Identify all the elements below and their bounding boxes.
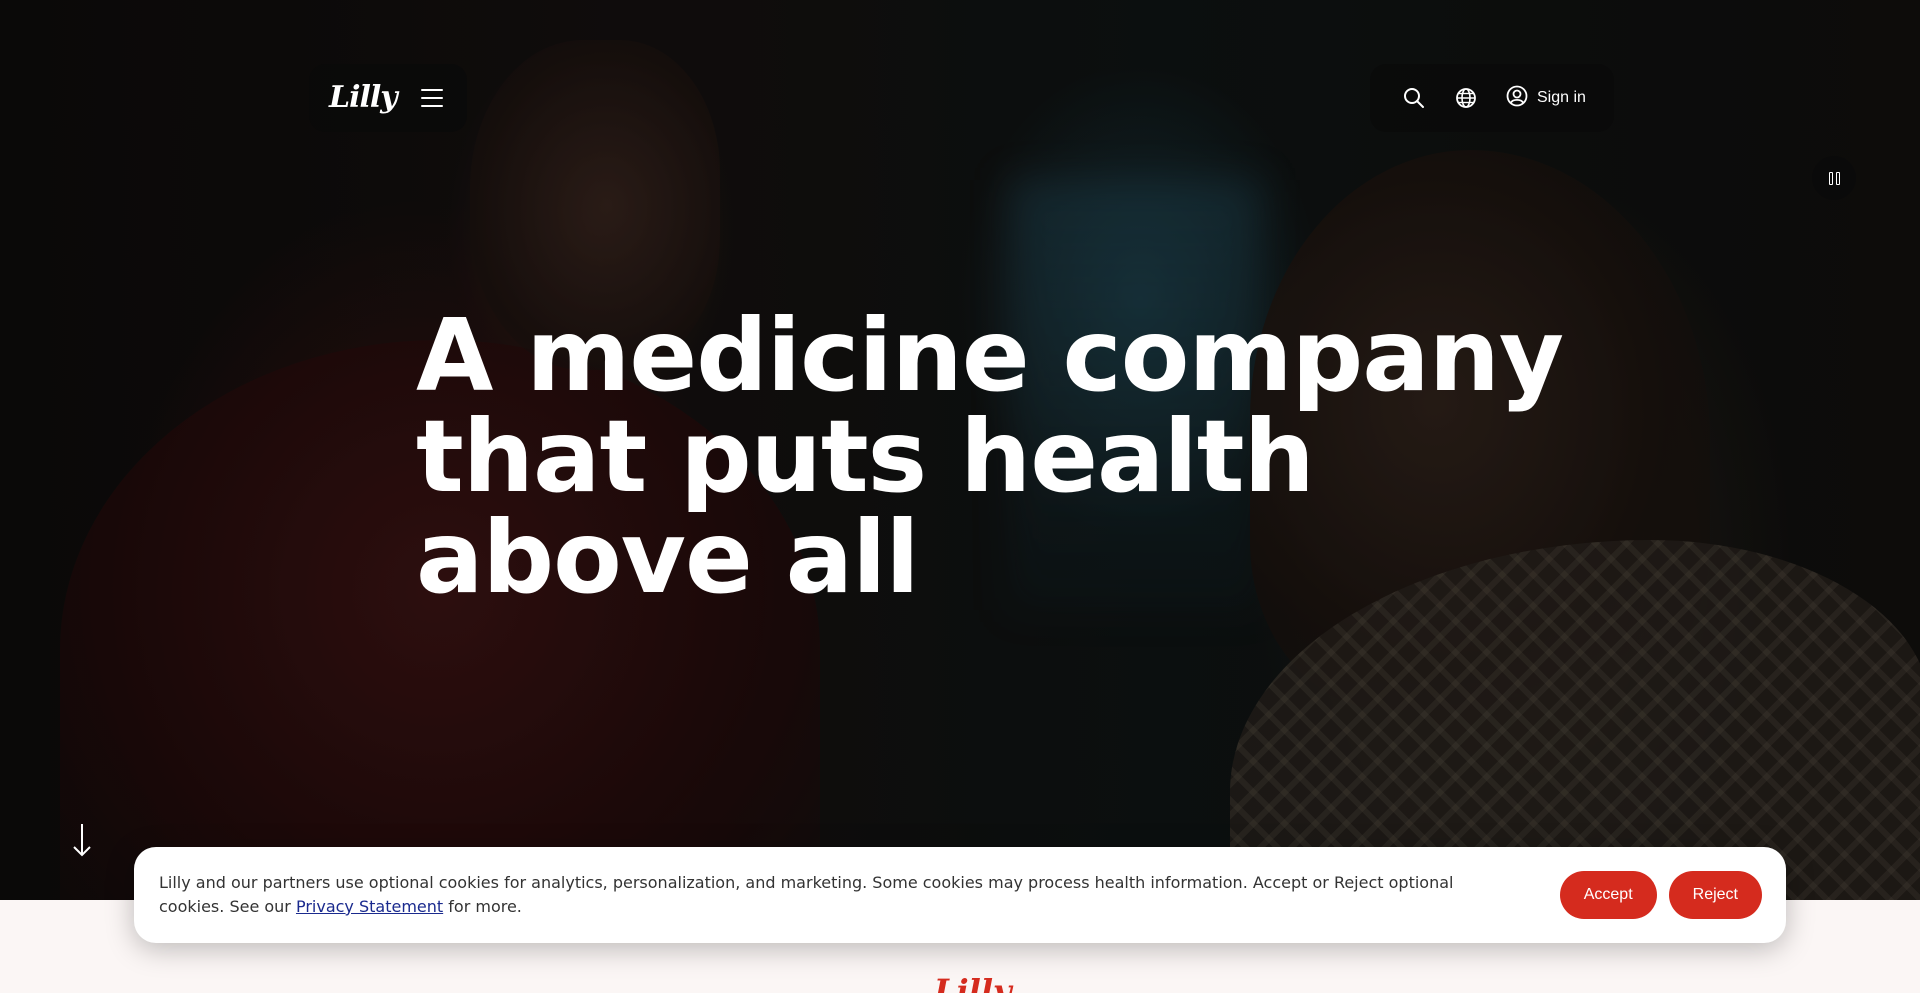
arrow-down-icon[interactable] [70,822,94,858]
privacy-statement-link[interactable]: Privacy Statement [296,897,443,916]
pause-icon[interactable] [1812,156,1856,200]
globe-icon[interactable] [1454,86,1478,110]
nav-left-pill: Lilly [309,64,467,132]
cookie-banner: Lilly and our partners use optional cook… [134,847,1786,943]
cookie-suffix: for more. [443,897,522,916]
hero-headline-line-1: A medicine company [416,297,1564,414]
lilly-logo[interactable]: Lilly [329,83,398,113]
user-icon [1506,85,1528,112]
reject-button[interactable]: Reject [1668,871,1762,919]
menu-icon[interactable] [420,89,443,107]
sign-in-label: Sign in [1537,89,1586,106]
accept-button[interactable]: Accept [1559,871,1657,919]
sign-in-button[interactable]: Sign in [1506,85,1586,112]
cookie-message: Lilly and our partners use optional cook… [159,871,1499,919]
cookie-actions: Accept Reject [1559,871,1762,919]
hero-headline: A medicine company that puts health abov… [416,305,1656,608]
nav-right-pill: Sign in [1370,64,1614,132]
footer-lilly-logo: Lilly [934,972,1012,993]
hero-headline-line-2: that puts health [416,398,1315,515]
search-icon[interactable] [1402,86,1426,110]
hero-headline-line-3: above all [416,499,920,616]
